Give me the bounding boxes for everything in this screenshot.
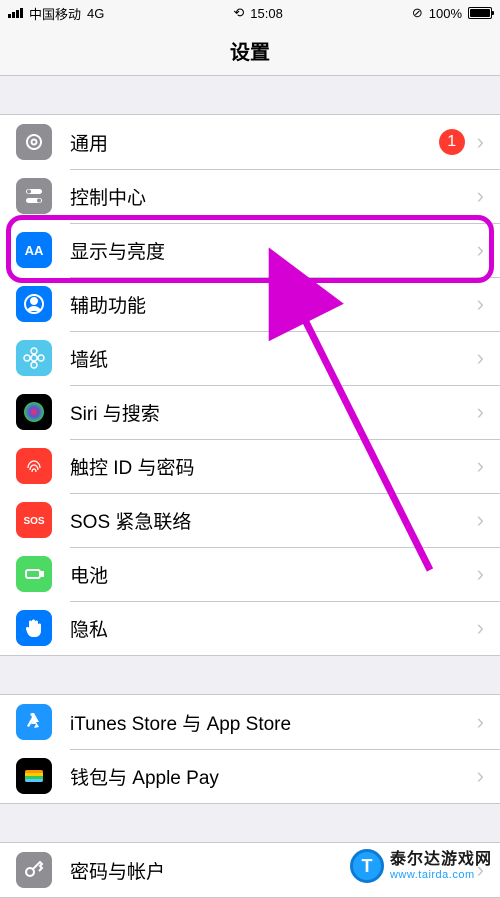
row-label: SOS 紧急联络 [70,507,477,534]
sos-icon: SOS [16,502,52,538]
flower-icon [16,340,52,376]
row-label: 触控 ID 与密码 [70,453,477,480]
battery-pct: 100% [429,6,462,21]
chevron-right-icon: › [477,237,484,263]
row-label: 墙纸 [70,345,477,372]
row-label: 通用 [70,129,439,156]
orientation-lock-icon: ⊘ [412,5,423,21]
chevron-right-icon: › [477,561,484,587]
page-title: 设置 [230,36,270,65]
settings-row-general[interactable]: 通用1 › [0,115,500,169]
settings-row-siri[interactable]: Siri 与搜索› [0,385,500,439]
gear-icon [16,124,52,160]
settings-row-itunes[interactable]: iTunes Store 与 App Store› [0,695,500,749]
settings-row-wallet[interactable]: 钱包与 Apple Pay› [0,749,500,803]
aa-icon: AA [16,232,52,268]
settings-group: iTunes Store 与 App Store›钱包与 Apple Pay› [0,694,500,804]
chevron-right-icon: › [477,291,484,317]
toggles-icon [16,178,52,214]
svg-text:SOS: SOS [23,516,44,527]
notification-badge: 1 [439,129,465,155]
battery-icon [468,7,492,19]
settings-row-sos[interactable]: SOS SOS 紧急联络› [0,493,500,547]
key-icon [16,852,52,888]
settings-row-wall[interactable]: 墙纸› [0,331,500,385]
watermark-title: 泰尔达游戏网 [390,851,492,869]
watermark: T 泰尔达游戏网 www.tairda.com [350,849,492,883]
nav-bar: 设置 [0,26,500,76]
watermark-url: www.tairda.com [390,869,492,881]
settings-row-battery[interactable]: 电池› [0,547,500,601]
settings-row-access[interactable]: 辅助功能› [0,277,500,331]
chevron-right-icon: › [477,763,484,789]
network-label: 4G [87,6,104,21]
row-label: iTunes Store 与 App Store [70,709,477,736]
siri-icon [16,394,52,430]
appstore-icon [16,704,52,740]
row-label: 钱包与 Apple Pay [70,763,477,790]
row-label: 控制中心 [70,183,477,210]
chevron-right-icon: › [477,507,484,533]
status-bar: 中国移动 4G ⟲ 15:08 ⊘ 100% [0,0,500,26]
chevron-right-icon: › [477,615,484,641]
chevron-right-icon: › [477,129,484,155]
settings-row-touchid[interactable]: 触控 ID 与密码› [0,439,500,493]
settings-row-control[interactable]: 控制中心› [0,169,500,223]
settings-row-privacy[interactable]: 隐私› [0,601,500,655]
settings-group: 通用1›控制中心›AA显示与亮度›辅助功能›墙纸›Siri 与搜索›触控 ID … [0,114,500,656]
settings-row-display[interactable]: AA 显示与亮度› [0,223,500,277]
watermark-logo-icon: T [350,849,384,883]
hotspot-icon: ⟲ [233,5,244,21]
row-label: 电池 [70,561,477,588]
row-label: 显示与亮度 [70,237,477,264]
svg-text:AA: AA [25,243,44,258]
chevron-right-icon: › [477,709,484,735]
finger-icon [16,448,52,484]
hand-icon [16,610,52,646]
chevron-right-icon: › [477,399,484,425]
wallet-icon [16,758,52,794]
chevron-right-icon: › [477,345,484,371]
row-label: 辅助功能 [70,291,477,318]
signal-icon [8,8,23,18]
clock: 15:08 [250,6,283,21]
person-icon [16,286,52,322]
battery-icon [16,556,52,592]
chevron-right-icon: › [477,183,484,209]
carrier-label: 中国移动 [29,4,81,23]
chevron-right-icon: › [477,453,484,479]
row-label: 隐私 [70,615,477,642]
row-label: Siri 与搜索 [70,399,477,426]
